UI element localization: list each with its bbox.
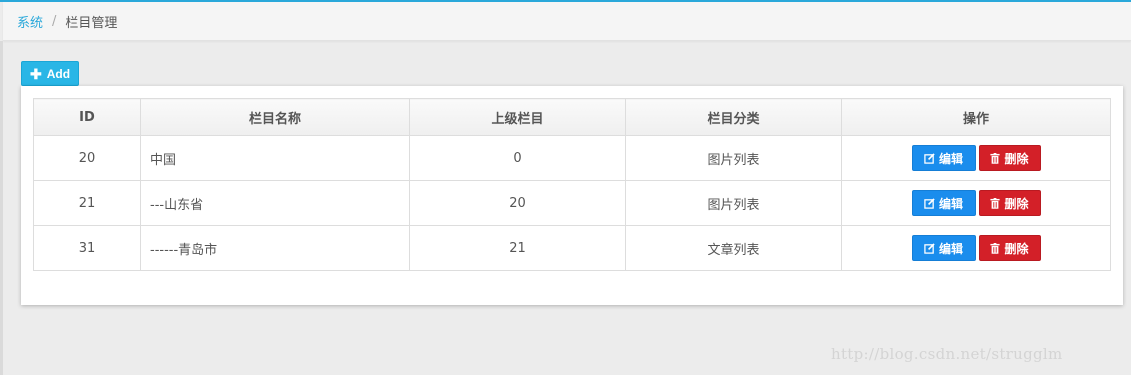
delete-button[interactable]: 删除 — [978, 145, 1041, 171]
cell-name: 中国 — [140, 135, 410, 181]
edit-icon — [924, 197, 935, 209]
table-row: 20 中国 0 图片列表 编辑 删除 — [33, 135, 1111, 181]
delete-button-label: 删除 — [1004, 151, 1029, 166]
edit-button-label: 编辑 — [938, 196, 963, 211]
watermark: http://blog.csdn.net/strugglm — [831, 345, 1063, 363]
edit-icon — [924, 242, 935, 254]
trash-icon — [990, 152, 1001, 164]
trash-icon — [990, 197, 1001, 209]
breadcrumb: 系统 / 栏目管理 — [3, 2, 1131, 41]
cell-id: 20 — [33, 135, 141, 181]
cell-actions: 编辑 删除 — [841, 135, 1111, 181]
edit-button-label: 编辑 — [938, 241, 963, 256]
edit-button[interactable]: 编辑 — [911, 235, 976, 261]
cell-name: ---山东省 — [140, 180, 410, 226]
breadcrumb-separator: / — [52, 13, 57, 29]
edit-icon — [924, 152, 935, 164]
cell-parent: 21 — [409, 225, 626, 271]
cell-actions: 编辑 删除 — [841, 225, 1111, 271]
delete-button[interactable]: 删除 — [978, 235, 1041, 261]
breadcrumb-current: 栏目管理 — [65, 15, 118, 31]
delete-button-label: 删除 — [1004, 241, 1029, 256]
column-header-parent: 上级栏目 — [409, 98, 626, 136]
category-table: ID 栏目名称 上级栏目 栏目分类 操作 20 中国 0 图片列表 编辑 删除 … — [33, 98, 1111, 271]
delete-button[interactable]: 删除 — [978, 190, 1041, 216]
cell-name: ------青岛市 — [140, 225, 410, 271]
table-row: 21 ---山东省 20 图片列表 编辑 删除 — [33, 180, 1111, 226]
column-header-category: 栏目分类 — [625, 98, 842, 136]
add-button-label: Add — [46, 66, 71, 81]
cell-category: 图片列表 — [625, 180, 842, 226]
column-header-name: 栏目名称 — [140, 98, 410, 136]
add-button[interactable]: ✚ Add — [21, 61, 79, 86]
edit-button[interactable]: 编辑 — [911, 145, 976, 171]
column-header-id: ID — [33, 98, 141, 136]
cell-parent: 0 — [409, 135, 626, 181]
cell-category: 文章列表 — [625, 225, 842, 271]
column-header-actions: 操作 — [841, 98, 1111, 136]
table-header-row: ID 栏目名称 上级栏目 栏目分类 操作 — [33, 98, 1111, 136]
cell-actions: 编辑 删除 — [841, 180, 1111, 226]
breadcrumb-link-system[interactable]: 系统 — [17, 12, 43, 31]
cell-id: 31 — [33, 225, 141, 271]
edit-button-label: 编辑 — [938, 151, 963, 166]
cell-id: 21 — [33, 180, 141, 226]
trash-icon — [990, 242, 1001, 254]
delete-button-label: 删除 — [1004, 196, 1029, 211]
left-edge — [0, 41, 3, 375]
edit-button[interactable]: 编辑 — [911, 190, 976, 216]
cell-parent: 20 — [409, 180, 626, 226]
plus-icon: ✚ — [29, 65, 42, 82]
content-panel: ID 栏目名称 上级栏目 栏目分类 操作 20 中国 0 图片列表 编辑 删除 … — [21, 86, 1123, 305]
cell-category: 图片列表 — [625, 135, 842, 181]
table-row: 31 ------青岛市 21 文章列表 编辑 删除 — [33, 225, 1111, 271]
